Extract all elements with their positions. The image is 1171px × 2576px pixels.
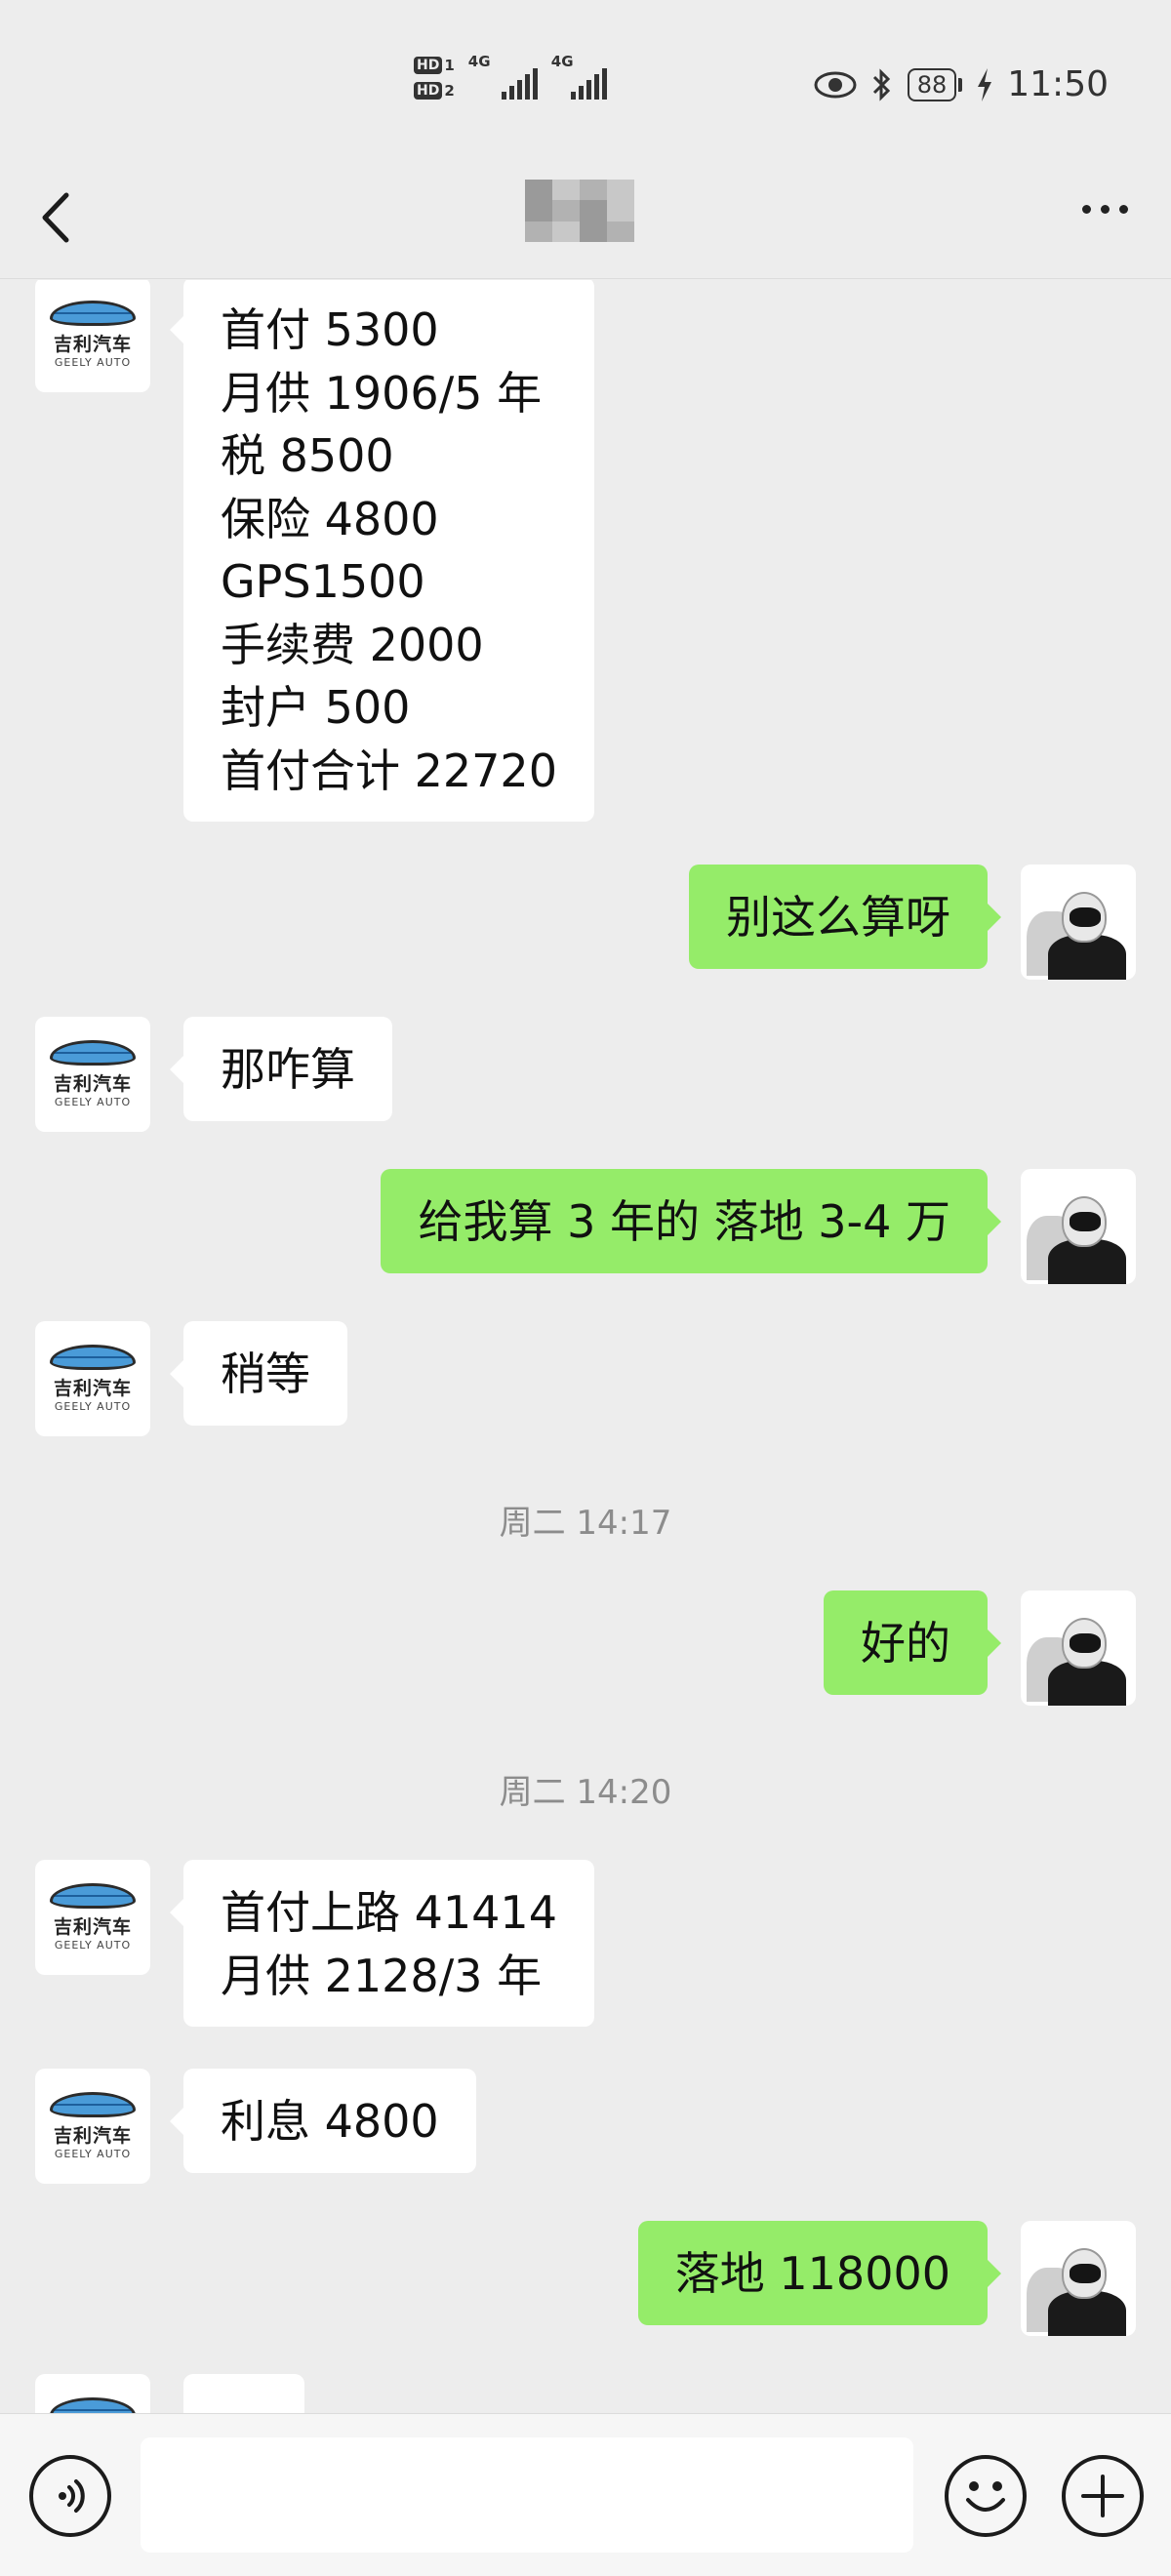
message-incoming: 吉利汽车 GEELY AUTO 首付上路 41414 月供 2128/3 年 (35, 1860, 594, 2027)
message-bubble[interactable]: 首付 5300 月供 1906/5 年 税 8500 保险 4800 GPS15… (170, 280, 594, 822)
geely-logo: 吉利汽车 GEELY AUTO (35, 1321, 150, 1436)
timestamp: 周二 14:20 (499, 1773, 672, 1812)
my-avatar[interactable] (1021, 1590, 1136, 1706)
contact-avatar[interactable]: 吉利汽车 GEELY AUTO (35, 1321, 150, 1436)
message-input[interactable] (141, 2437, 913, 2553)
input-bar (0, 2413, 1171, 2576)
my-avatar[interactable] (1021, 2221, 1136, 2336)
geely-logo: 吉利汽车 GEELY AUTO (35, 280, 150, 392)
message-bubble[interactable]: 别这么算呀 (689, 865, 1001, 969)
battery-icon: 88 (907, 67, 963, 101)
message-bubble[interactable]: 稍等 (170, 1321, 347, 1426)
status-right: 88 11:50 (814, 64, 1109, 104)
message-bubble[interactable]: 利息 4800 (170, 2069, 476, 2173)
chevron-left-icon (42, 192, 69, 243)
contact-avatar[interactable]: 吉利汽车 GEELY AUTO (35, 1860, 150, 1975)
message-outgoing: 给我算 3 年的 落地 3-4 万 (381, 1169, 1136, 1284)
message-bubble[interactable]: 好的 (824, 1590, 1001, 1695)
timestamp: 周二 14:17 (499, 1504, 672, 1543)
clock: 11:50 (1007, 64, 1109, 104)
voice-button[interactable] (29, 2455, 111, 2537)
message-outgoing: 好的 (824, 1590, 1136, 1706)
message-outgoing: 落地 118000 (637, 2221, 1136, 2336)
message-incoming: 吉利汽车 GEELY AUTO (35, 2374, 304, 2413)
more-button[interactable] (1082, 205, 1128, 214)
message-bubble[interactable]: 落地 118000 (637, 2221, 1002, 2325)
my-avatar[interactable] (1021, 1169, 1136, 1284)
contact-avatar[interactable]: 吉利汽车 GEELY AUTO (35, 1017, 150, 1132)
my-avatar[interactable] (1021, 865, 1136, 980)
chat-header (0, 156, 1171, 279)
geely-logo: 吉利汽车 GEELY AUTO (35, 1017, 150, 1132)
message-bubble[interactable]: 给我算 3 年的 落地 3-4 万 (381, 1169, 1001, 1273)
chat-title-obscured (525, 180, 634, 242)
signal-icon-1: 4G (468, 53, 538, 100)
voice-icon (59, 2479, 85, 2513)
emoji-icon (966, 2481, 1005, 2512)
status-bar: HD 1 HD 2 4G 4G 88 11:50 (0, 0, 1171, 156)
message-bubble[interactable]: 首付上路 41414 月供 2128/3 年 (170, 1860, 594, 2027)
contact-avatar[interactable]: 吉利汽车 GEELY AUTO (35, 280, 150, 392)
message-incoming: 吉利汽车 GEELY AUTO 利息 4800 (35, 2069, 476, 2184)
geely-logo: 吉利汽车 GEELY AUTO (35, 2069, 150, 2184)
back-button[interactable] (29, 183, 88, 252)
message-incoming: 吉利汽车 GEELY AUTO 稍等 (35, 1321, 347, 1436)
message-bubble[interactable] (183, 2374, 304, 2413)
plus-button[interactable] (1062, 2455, 1144, 2537)
eye-icon (814, 71, 857, 98)
charging-icon (978, 67, 992, 101)
contact-avatar[interactable]: 吉利汽车 GEELY AUTO (35, 2374, 150, 2413)
emoji-button[interactable] (945, 2455, 1027, 2537)
message-outgoing: 别这么算呀 (689, 865, 1136, 980)
hd-indicator-2: HD 2 (414, 82, 455, 100)
plus-icon (1081, 2475, 1124, 2517)
signal-icon-2: 4G (551, 53, 607, 100)
geely-logo: 吉利汽车 GEELY AUTO (35, 2374, 150, 2413)
hd-indicator-1: HD 1 (414, 57, 455, 74)
message-list[interactable]: 吉利汽车 GEELY AUTO 首付 5300 月供 1906/5 年 税 85… (0, 280, 1171, 2413)
more-dots-icon (1082, 205, 1091, 214)
message-bubble[interactable]: 那咋算 (170, 1017, 392, 1121)
network-indicators: HD 1 HD 2 4G 4G (414, 53, 607, 100)
bluetooth-icon (872, 67, 890, 101)
message-incoming: 吉利汽车 GEELY AUTO 那咋算 (35, 1017, 392, 1132)
geely-logo: 吉利汽车 GEELY AUTO (35, 1860, 150, 1975)
contact-avatar[interactable]: 吉利汽车 GEELY AUTO (35, 2069, 150, 2184)
message-incoming: 吉利汽车 GEELY AUTO 首付 5300 月供 1906/5 年 税 85… (35, 280, 594, 822)
